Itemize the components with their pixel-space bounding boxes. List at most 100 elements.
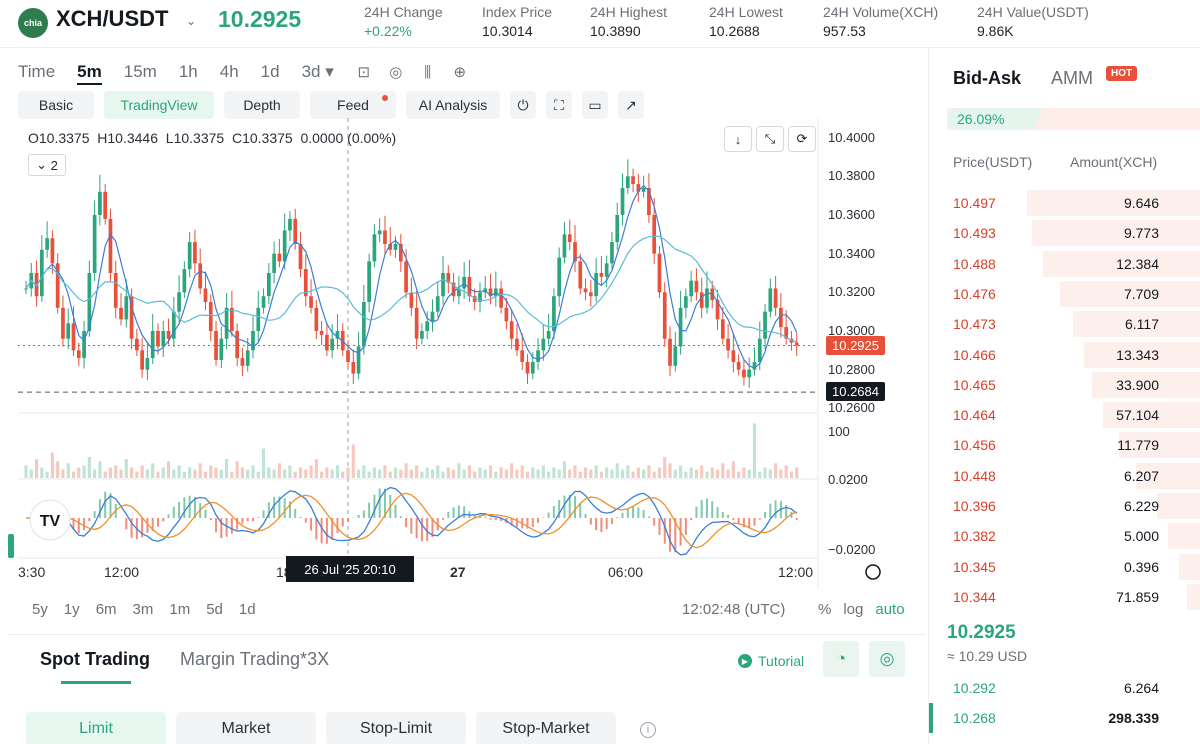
candle-body: [610, 242, 614, 264]
volume-bar: [510, 463, 514, 478]
candlestick-chart[interactable]: TV: [8, 48, 926, 633]
ask-amount: 71.859: [1116, 588, 1159, 605]
ask-amount: 6.207: [1123, 467, 1159, 484]
macd-histogram-bar: [653, 518, 656, 526]
tab-spot-trading[interactable]: Spot Trading: [40, 649, 150, 670]
scale-log[interactable]: log: [843, 601, 863, 618]
volume-bar: [82, 465, 86, 478]
pie-chart-icon[interactable]: ◔: [823, 641, 859, 677]
volume-bar: [779, 469, 783, 478]
volume-bar: [346, 467, 350, 478]
tab-amm[interactable]: AMM: [1051, 68, 1093, 89]
trading-pair[interactable]: XCH/USDT: [56, 6, 168, 32]
volume-bar: [277, 463, 281, 478]
ask-row[interactable]: 10.345 0.396: [929, 552, 1200, 582]
ask-row[interactable]: 10.382 5.000: [929, 521, 1200, 551]
volume-bar: [325, 467, 329, 478]
order-type-market[interactable]: Market: [176, 712, 316, 744]
ask-row[interactable]: 10.476 7.709: [929, 279, 1200, 309]
volume-bar: [172, 469, 176, 478]
ask-row[interactable]: 10.448 6.207: [929, 461, 1200, 491]
settings-icon[interactable]: [865, 564, 881, 580]
candle-body: [198, 263, 203, 289]
candle-body: [425, 321, 430, 331]
volume-bar: [636, 467, 640, 478]
bid-row[interactable]: 10.292 6.264: [929, 673, 1200, 703]
ask-row[interactable]: 10.488 12.384: [929, 249, 1200, 279]
volume-bar: [673, 469, 677, 478]
macd-histogram-bar: [77, 518, 80, 534]
volume-bar: [177, 465, 181, 478]
tab-bid-ask[interactable]: Bid-Ask: [953, 68, 1021, 89]
range-5y[interactable]: 5y: [32, 601, 48, 618]
info-icon[interactable]: i: [640, 722, 656, 738]
volume-bar: [494, 471, 498, 478]
ask-row[interactable]: 10.466 13.343: [929, 340, 1200, 370]
candle-body: [631, 176, 635, 185]
ask-row[interactable]: 10.497 9.646: [929, 188, 1200, 218]
volume-bar: [774, 463, 778, 478]
volume-bar: [330, 469, 334, 478]
candle-body: [187, 242, 192, 270]
ask-depth-bar: [1026, 190, 1200, 216]
macd-histogram-bar: [204, 509, 207, 518]
candle-body: [694, 280, 699, 293]
ask-price: 10.396: [953, 498, 996, 514]
candle-body: [377, 230, 382, 235]
candle-body: [346, 350, 350, 362]
macd-histogram-bar: [669, 518, 672, 552]
candle-body: [652, 215, 657, 254]
candle-body: [219, 338, 224, 360]
range-1d[interactable]: 1d: [239, 601, 256, 618]
stat-3: 24H Lowest 10.2688: [709, 4, 783, 39]
macd-histogram-bar: [310, 518, 313, 531]
volume-bar: [589, 469, 593, 478]
ask-row[interactable]: 10.465 33.900: [929, 370, 1200, 400]
candle-body: [668, 338, 672, 366]
ask-row[interactable]: 10.456 11.779: [929, 430, 1200, 460]
range-1m[interactable]: 1m: [169, 601, 190, 618]
ask-row[interactable]: 10.464 57.104: [929, 400, 1200, 430]
order-type-stop-market[interactable]: Stop-Market: [476, 712, 616, 744]
ask-row[interactable]: 10.344 71.859: [929, 582, 1200, 612]
ask-amount: 12.384: [1116, 255, 1159, 272]
candle-body: [583, 288, 588, 293]
scale-auto[interactable]: auto: [875, 601, 904, 618]
settings-icon[interactable]: ◎: [869, 641, 905, 677]
macd-histogram-bar: [758, 518, 761, 520]
ask-price: 10.466: [953, 346, 996, 363]
ask-row[interactable]: 10.493 9.773: [929, 218, 1200, 248]
range-1y[interactable]: 1y: [64, 601, 80, 618]
volume-bar: [536, 469, 540, 478]
volume-bar: [768, 469, 772, 478]
volume-bar: [547, 471, 551, 478]
candle-body: [161, 331, 166, 347]
volume-bar: [156, 471, 160, 478]
bid-amount: 6.264: [1123, 680, 1159, 696]
volume-tick: 100: [828, 424, 850, 439]
range-6m[interactable]: 6m: [96, 601, 117, 618]
range-3m[interactable]: 3m: [133, 601, 154, 618]
stat-2: 24H Highest 10.3890: [590, 4, 667, 39]
volume-bar: [240, 467, 245, 478]
order-type-limit[interactable]: Limit: [26, 712, 166, 744]
candle-body: [657, 253, 662, 293]
tab-margin-trading[interactable]: Margin Trading*3X: [180, 649, 329, 670]
bid-row[interactable]: 10.268 298.339: [929, 703, 1200, 733]
range-5d[interactable]: 5d: [206, 601, 223, 618]
macd-tick: −0.0200: [828, 542, 876, 557]
price-tick: 10.3600: [828, 207, 875, 222]
chevron-down-icon[interactable]: ⌄: [186, 14, 196, 28]
ask-row[interactable]: 10.473 6.117: [929, 309, 1200, 339]
scale-percent[interactable]: %: [818, 601, 831, 618]
candle-body: [319, 331, 324, 335]
macd-histogram-bar: [156, 518, 159, 527]
price-column-header: Price(USDT): [953, 154, 1033, 170]
candle-body: [499, 288, 503, 308]
ask-depth-bar: [1157, 493, 1200, 519]
candle-body: [562, 234, 567, 258]
order-type-stop-limit[interactable]: Stop-Limit: [326, 712, 466, 744]
macd-histogram-bar: [415, 518, 418, 539]
tutorial-link[interactable]: ▶ Tutorial: [738, 653, 804, 669]
ask-row[interactable]: 10.396 6.229: [929, 491, 1200, 521]
